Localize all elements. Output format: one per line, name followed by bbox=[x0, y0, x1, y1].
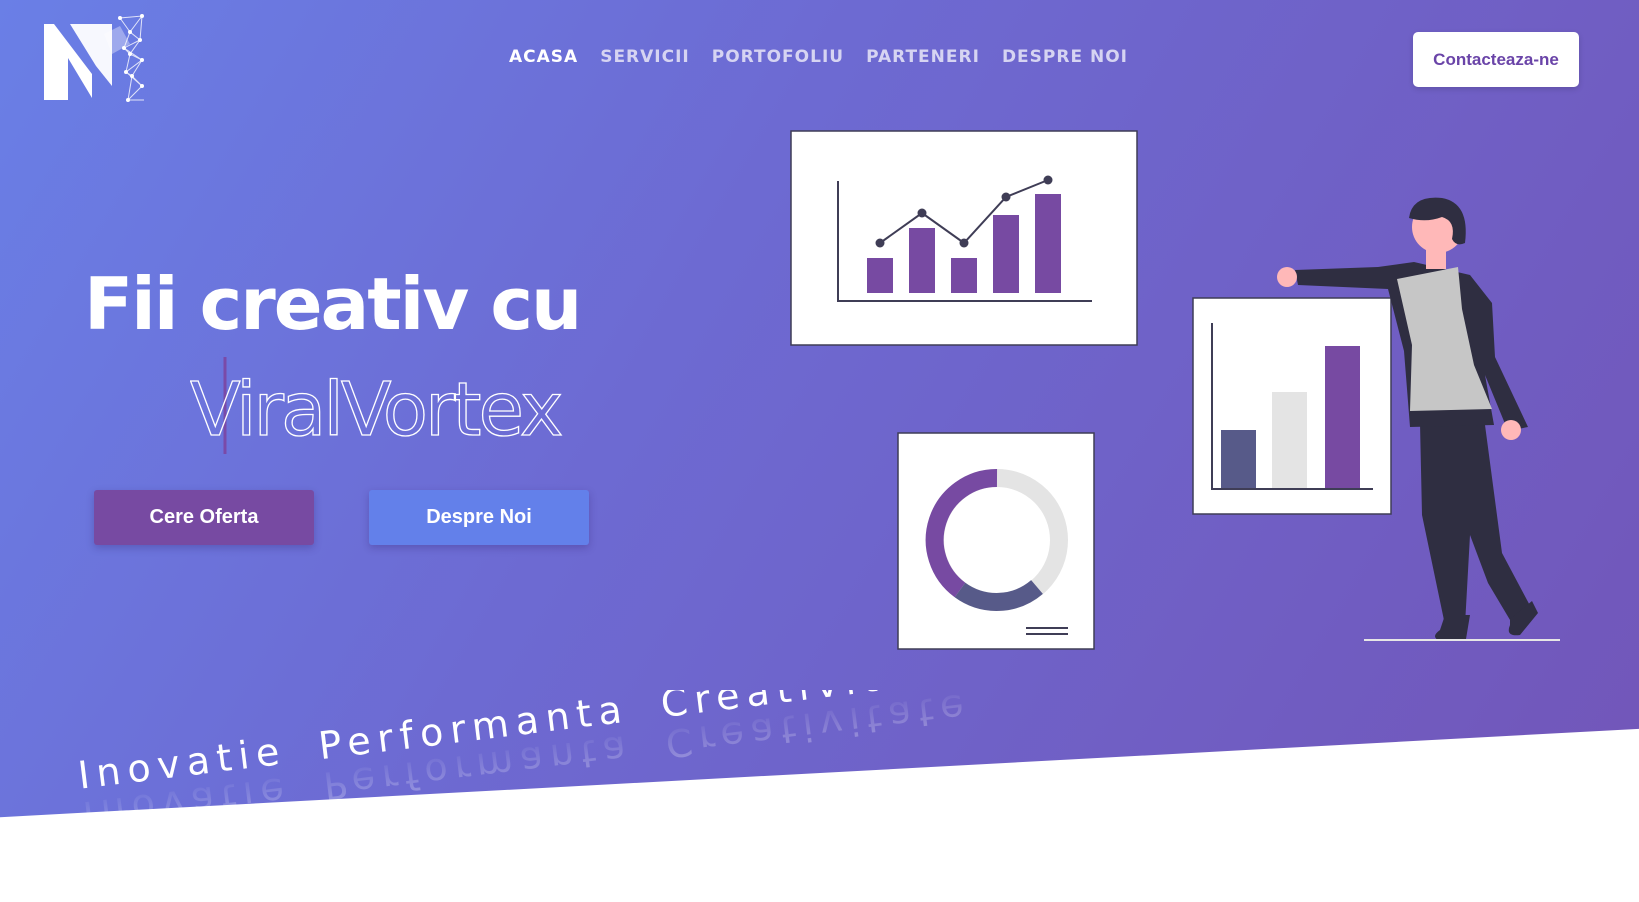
main-nav: ACASA SERVICII PORTOFOLIU PARTENERI DESP… bbox=[509, 47, 1128, 67]
nav-item-servicii[interactable]: SERVICII bbox=[600, 47, 690, 67]
nav-item-acasa[interactable]: ACASA bbox=[509, 47, 578, 67]
nav-item-despre-noi[interactable]: DESPRE NOI bbox=[1002, 47, 1128, 67]
viralvortex-logo[interactable] bbox=[40, 14, 146, 104]
request-offer-button[interactable]: Cere Oferta bbox=[94, 490, 314, 545]
tagline: Inovatie Performanta Creativitate Inovat… bbox=[76, 690, 970, 837]
about-us-button[interactable]: Despre Noi bbox=[369, 490, 589, 545]
nav-item-parteneri[interactable]: PARTENERI bbox=[866, 47, 980, 67]
man-presenting-charts-illustration bbox=[790, 130, 1560, 650]
bar-chart-card bbox=[1192, 297, 1392, 515]
nav-item-portofoliu[interactable]: PORTOFOLIU bbox=[712, 47, 844, 67]
hero-headline: Fii creativ cu bbox=[84, 262, 582, 346]
bar-line-chart-card bbox=[790, 130, 1138, 346]
brand-text: ViralVortex bbox=[190, 367, 562, 453]
contact-button[interactable]: Contacteaza-ne bbox=[1413, 32, 1579, 87]
donut-chart-card bbox=[897, 432, 1095, 650]
brand-wordmark: ViralVortex bbox=[190, 357, 565, 454]
